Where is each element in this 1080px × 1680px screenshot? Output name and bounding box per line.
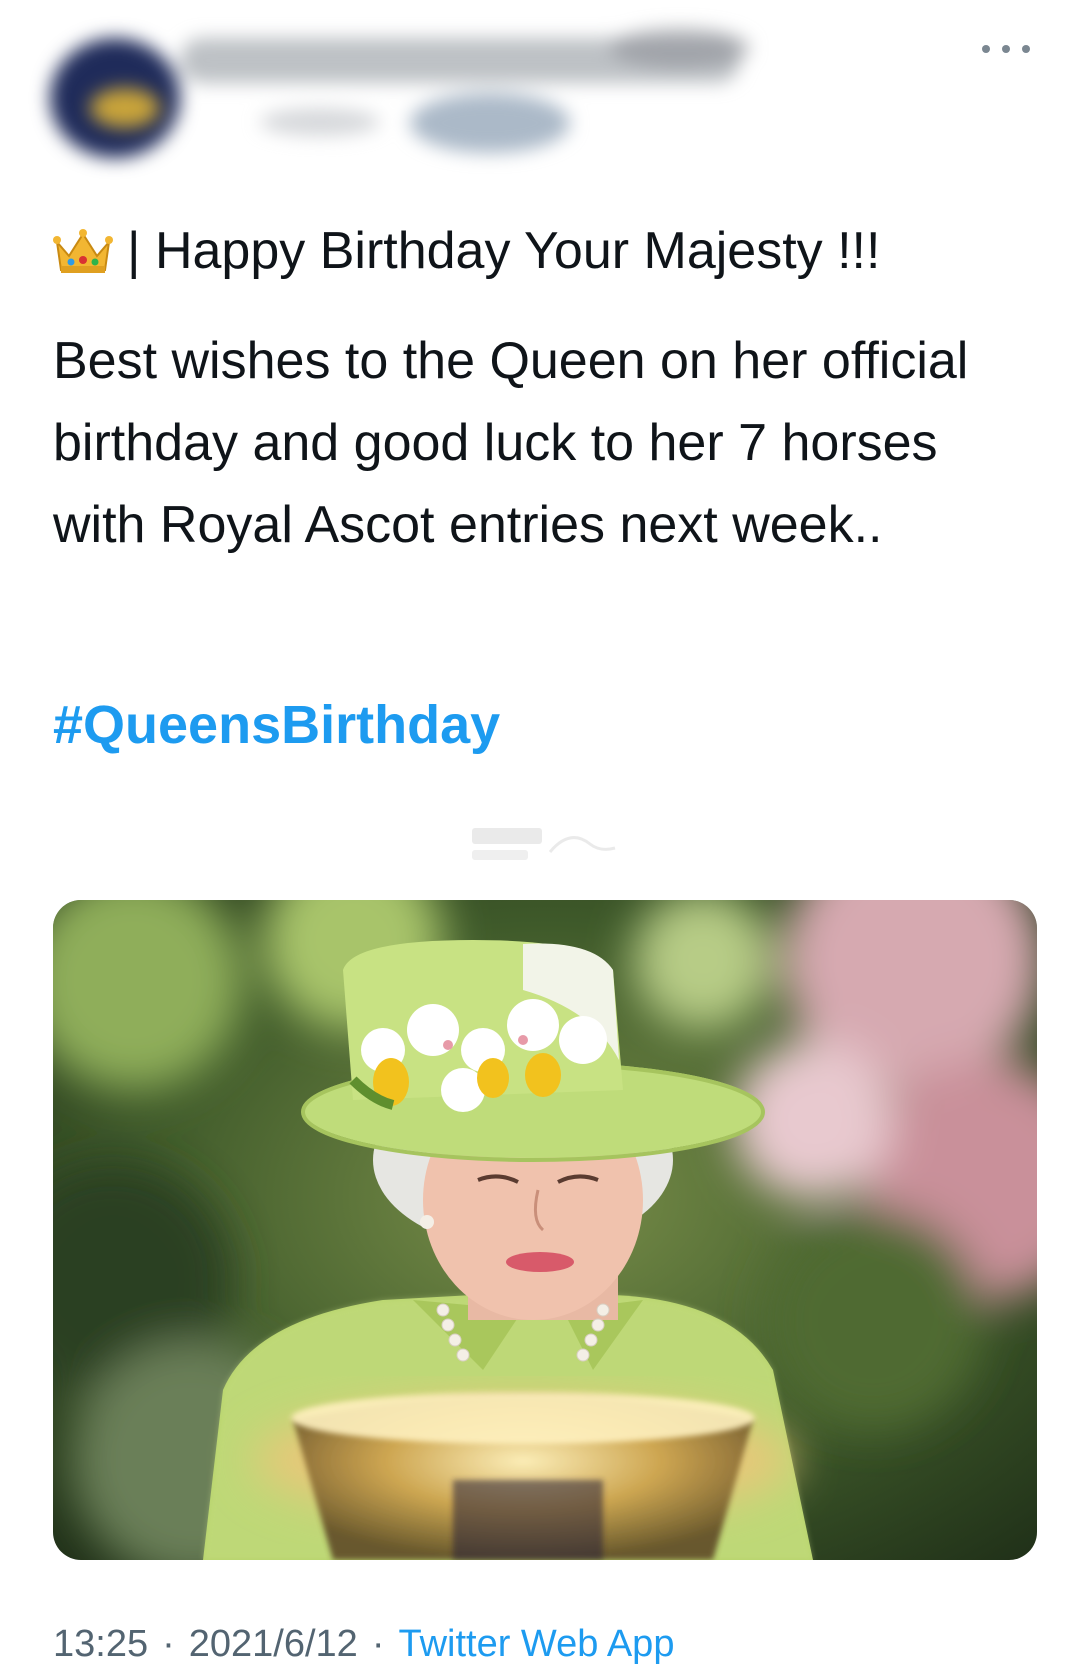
tweet-photo[interactable] [53,900,1037,1560]
crown-emoji-icon [53,229,113,273]
photo-queen-in-green-hat [53,900,1037,1560]
tweet-source-link[interactable]: Twitter Web App [398,1623,674,1665]
meta-separator: · [371,1623,385,1665]
more-dot [1022,45,1030,53]
more-dot [982,45,990,53]
tweet-meta: 13:25 · 2021/6/12 · Twitter Web App [53,1620,674,1668]
meta-separator: · [162,1623,175,1665]
redacted-account-info [30,8,790,183]
more-options-button[interactable] [982,34,1030,64]
tweet-header [0,0,1080,190]
tweet-title-text: | Happy Birthday Your Majesty !!! [127,222,881,280]
tweet-title-line: | Happy Birthday Your Majesty !!! [53,218,880,284]
watermark-logo [472,828,616,860]
more-dot [1002,45,1010,53]
tweet-body-text: Best wishes to the Queen on her official… [53,332,969,554]
tweet-date: 2021/6/12 [188,1623,358,1665]
tweet-time: 13:25 [53,1623,149,1665]
hashtag-link[interactable]: #QueensBirthday [53,692,500,758]
